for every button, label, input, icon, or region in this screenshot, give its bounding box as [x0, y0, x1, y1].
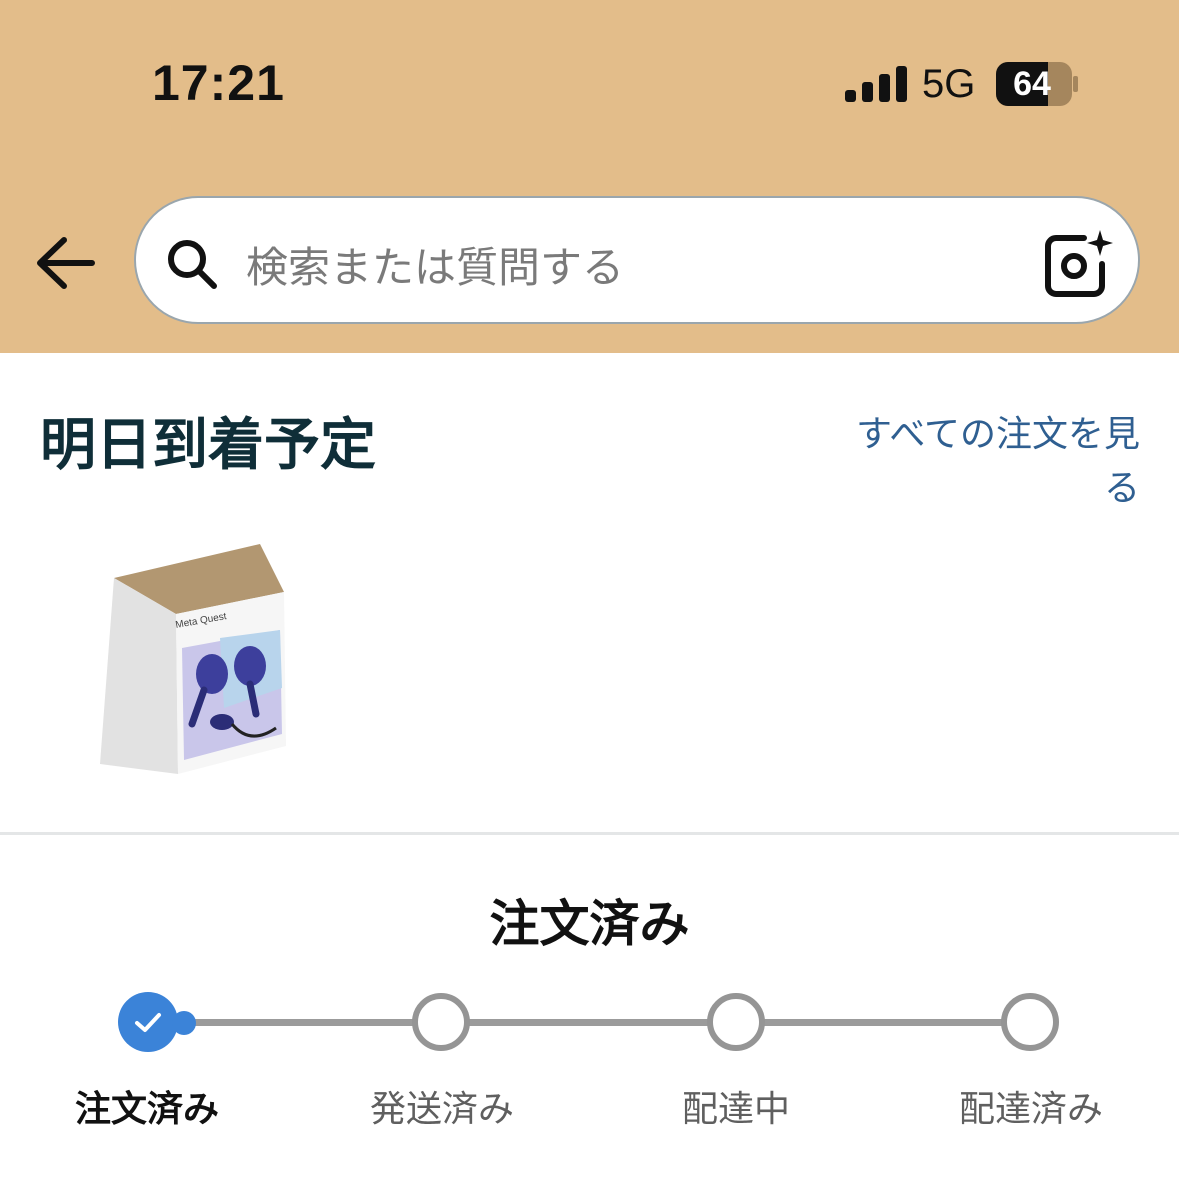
step-label-in-transit: 配達中	[681, 1089, 790, 1130]
search-icon	[168, 240, 217, 289]
search-input[interactable]: 検索または質問する	[246, 234, 624, 295]
camera-search-icon[interactable]	[1044, 228, 1116, 298]
search-bar[interactable]: 検索または質問する	[134, 196, 1140, 324]
order-status-title: 注文済み	[489, 895, 690, 953]
step-label-delivered: 配達済み	[958, 1089, 1103, 1130]
step-shipped-circle	[412, 993, 470, 1051]
step-delivered-circle	[1001, 993, 1059, 1051]
step-ordered-check-icon	[118, 992, 178, 1052]
step-in-transit-circle	[707, 993, 765, 1051]
section-title: 明日到着予定	[40, 413, 376, 478]
network-type: 5G	[922, 62, 976, 106]
back-arrow-icon[interactable]	[28, 228, 104, 298]
see-all-orders-link[interactable]: すべての注文を見る	[820, 408, 1140, 516]
status-time: 17:21	[152, 55, 285, 111]
step-label-shipped: 発送済み	[369, 1089, 514, 1130]
app-header: 17:21 5G 64 検索または質問する	[0, 0, 1179, 353]
product-image[interactable]: Meta Quest	[100, 538, 290, 780]
progress-line	[190, 1019, 1030, 1026]
progress-knob	[172, 1011, 196, 1035]
battery-level: 64	[1013, 65, 1051, 103]
step-label-ordered: 注文済み	[74, 1089, 219, 1130]
signal-icon	[845, 66, 907, 102]
section-divider	[0, 832, 1179, 835]
